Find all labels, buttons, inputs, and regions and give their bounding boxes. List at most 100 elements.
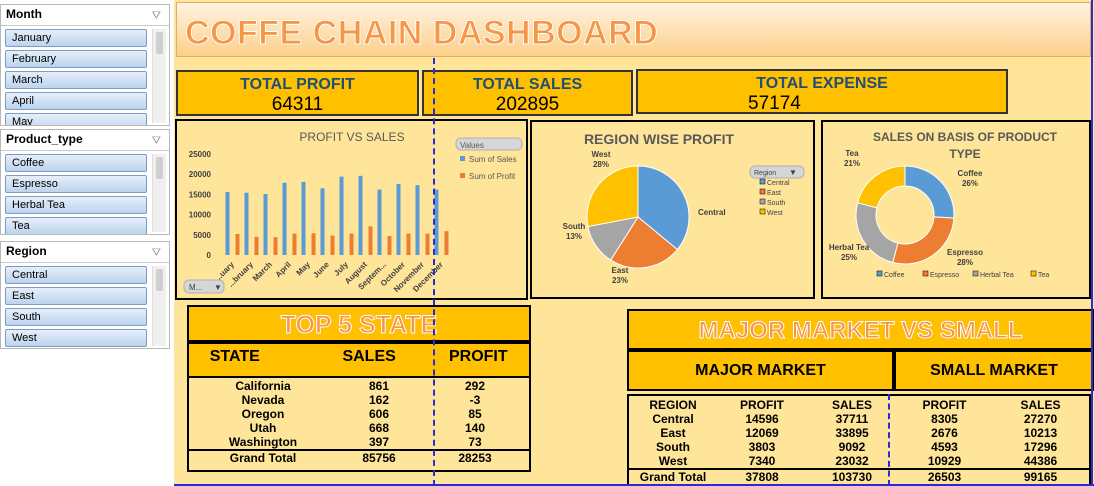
bar-profit[interactable] (368, 226, 373, 255)
kpi-total-expense-value: 57174 (748, 93, 801, 114)
slice-label-west: West (592, 150, 611, 159)
bar-sales[interactable] (282, 182, 287, 255)
pie-slice-herbal-tea[interactable] (855, 202, 899, 264)
region-slicer-title: Region (6, 244, 47, 258)
legend-swatch (876, 270, 883, 277)
region-slicer-scrollbar[interactable] (152, 266, 166, 346)
product-donut-plot: SALES ON BASIS OF PRODUCT TYPE Coffee 26… (829, 130, 1058, 279)
slice-value-espresso: 28% (957, 258, 973, 267)
clear-filter-icon[interactable]: ⛛ (152, 132, 161, 150)
table-cell: 140 (464, 421, 486, 435)
legend-swatch (759, 208, 766, 215)
slicer-item-january[interactable]: January (5, 29, 147, 47)
slicer-item-tea[interactable]: Tea (5, 217, 147, 234)
table-row: Utah 668 140 (189, 421, 529, 435)
pie-slice-coffee[interactable] (904, 165, 955, 219)
profit-vs-sales-plot: PROFIT VS SALES 0 5000 10000 15000 20000 2500… (183, 130, 523, 294)
bar-profit[interactable] (292, 233, 297, 255)
slicer-item-march[interactable]: March (5, 71, 147, 89)
bar-sales[interactable] (263, 193, 268, 255)
bar-profit[interactable] (254, 236, 259, 255)
legend-swatch (759, 198, 766, 205)
small-market-label: SMALL MARKET (930, 362, 1058, 379)
table-row: Central 14596 37711 8305 27270 (629, 412, 1089, 426)
legend-title: Values (460, 141, 484, 150)
slicer-item-west[interactable]: West (5, 329, 147, 347)
kpi-total-profit-label: TOTAL PROFIT (240, 76, 355, 93)
region-wise-profit-chart[interactable]: REGION WISE PROFIT Central East 23% Sout… (530, 120, 815, 299)
table-cell: 37711 (835, 412, 869, 426)
table-cell: South (656, 440, 690, 454)
y-tick-label: 10000 (189, 211, 212, 220)
clear-filter-icon[interactable]: ⛛ (152, 7, 161, 25)
slicer-item-coffee[interactable]: Coffee (5, 154, 147, 172)
bar-sales[interactable] (225, 191, 230, 255)
bar-sales[interactable] (358, 175, 363, 255)
dropdown-icon: ▼ (789, 168, 797, 177)
pie-slice-espresso[interactable] (892, 216, 955, 265)
bar-sales[interactable] (301, 181, 306, 255)
profit-vs-sales-chart[interactable]: PROFIT VS SALES 0 5000 10000 15000 20000 2500… (175, 119, 528, 300)
page-break-line (433, 58, 435, 486)
slicer-item-april[interactable]: April (5, 92, 147, 110)
legend-swatch (759, 178, 766, 185)
table-cell: 9092 (838, 440, 866, 454)
bar-profit[interactable] (273, 237, 278, 255)
bar-profit[interactable] (444, 231, 449, 255)
bar-profit[interactable] (330, 235, 335, 255)
market-header-major-profit: PROFIT (740, 398, 784, 412)
table-cell: -3 (469, 393, 481, 407)
legend-label: Central (767, 180, 790, 187)
market-table: REGION PROFIT SALES PROFIT SALES Central… (629, 398, 1089, 484)
clear-filter-icon[interactable]: ⛛ (152, 244, 161, 262)
table-cell: 4593 (931, 440, 958, 454)
bar-profit[interactable] (425, 233, 430, 255)
region-slicer-header: Region ⛛ (1, 242, 169, 263)
top5-total-sales: 85756 (362, 451, 396, 465)
bar-profit[interactable] (387, 236, 392, 255)
bar-sales[interactable] (434, 189, 439, 255)
bar-profit[interactable] (311, 233, 316, 255)
table-row: Washington 397 73 (189, 435, 529, 450)
top5-header-profit: PROFIT (448, 348, 508, 365)
bar-sales[interactable] (377, 189, 382, 255)
bar-sales[interactable] (396, 183, 401, 255)
table-cell: Utah (249, 421, 277, 435)
major-market-label: MAJOR MARKET (695, 362, 826, 379)
legend-swatch (759, 188, 766, 195)
bar-profit[interactable] (349, 233, 354, 255)
product-type-slicer-scrollbar[interactable] (152, 154, 166, 232)
slicer-item-south[interactable]: South (5, 308, 147, 326)
month-slicer-scrollbar[interactable] (152, 29, 166, 123)
slice-value-south: 13% (566, 232, 582, 241)
table-cell: 7340 (748, 454, 776, 468)
table-cell: 668 (368, 421, 390, 435)
slicer-item-espresso[interactable]: Espresso (5, 175, 147, 193)
slicer-item-february[interactable]: February (5, 50, 147, 68)
slice-value-tea: 21% (844, 159, 860, 168)
product-type-sales-chart[interactable]: SALES ON BASIS OF PRODUCT TYPE Coffee 26… (821, 120, 1091, 299)
table-cell: 33895 (835, 426, 869, 440)
table-cell: 292 (464, 379, 486, 393)
table-cell: 2676 (931, 426, 958, 440)
table-cell: 27270 (1023, 412, 1058, 426)
month-slicer: Month ⛛ January February March April May (0, 4, 170, 126)
legend-label: Tea (1038, 272, 1049, 279)
slice-label-central: Central (698, 208, 726, 217)
bar-profit[interactable] (406, 233, 411, 255)
bar-sales[interactable] (339, 176, 344, 255)
pie-slice-tea[interactable] (856, 165, 906, 209)
bar-profit[interactable] (235, 233, 240, 255)
pie-slice-west[interactable] (586, 165, 639, 228)
bar-sales[interactable] (320, 188, 325, 255)
bar-sales[interactable] (244, 192, 249, 255)
small-market-band: SMALL MARKET (894, 350, 1094, 391)
slicer-item-herbal-tea[interactable]: Herbal Tea (5, 196, 147, 214)
slicer-item-east[interactable]: East (5, 287, 147, 305)
slicer-item-central[interactable]: Central (5, 266, 147, 284)
slicer-item-may[interactable]: May (5, 113, 147, 125)
slice-value-herbal-tea: 25% (841, 253, 857, 262)
bar-sales[interactable] (415, 185, 420, 255)
table-cell: 17296 (1023, 440, 1058, 454)
top5-header-state: STATE (209, 348, 260, 365)
